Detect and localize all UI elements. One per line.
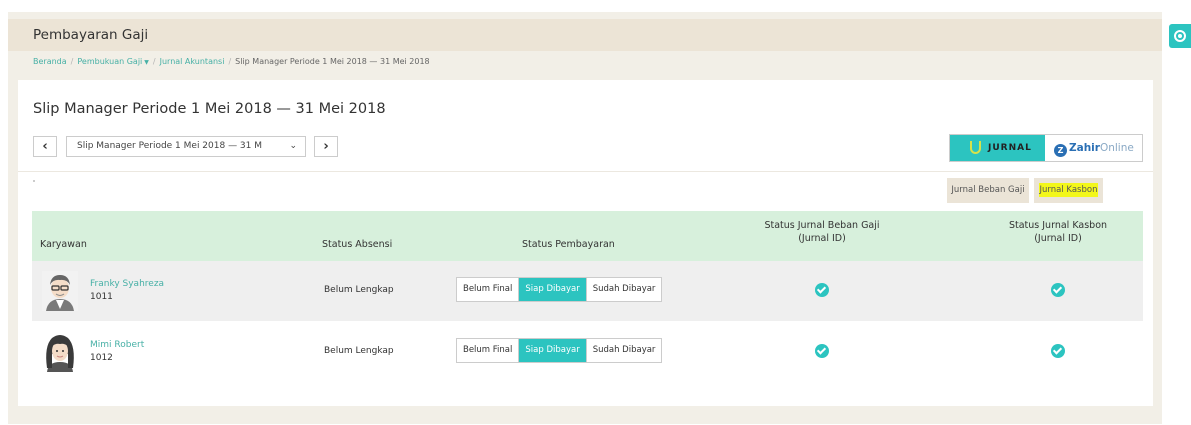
status-absensi: Belum Lengkap [324, 285, 394, 295]
breadcrumb-pembukuan-label: Pembukuan Gaji [77, 57, 143, 66]
breadcrumb-current: Slip Manager Periode 1 Mei 2018 — 31 Mei… [235, 57, 430, 66]
status-belum-final-button[interactable]: Belum Final [457, 278, 520, 301]
table-header: Karyawan Status Absensi Status Pembayara… [32, 211, 1143, 261]
caret-down-icon: ▼ [144, 59, 149, 66]
avatar [42, 271, 78, 311]
breadcrumb-jurnal[interactable]: Jurnal Akuntansi [160, 57, 225, 66]
next-slip-button[interactable]: › [314, 136, 338, 157]
page-title: Pembayaran Gaji [33, 27, 149, 43]
breadcrumb-separator: / [70, 57, 74, 66]
side-widget-button[interactable] [1169, 24, 1191, 48]
breadcrumb-pembukuan[interactable]: Pembukuan Gaji ▼ [77, 57, 149, 66]
employee-name-link[interactable]: Mimi Robert [90, 340, 144, 350]
divider [18, 171, 1153, 172]
jurnal-brand-label: JURNAL [988, 143, 1032, 153]
slip-card: Slip Manager Periode 1 Mei 2018 — 31 Mei… [18, 80, 1153, 406]
check-circle-icon [1051, 344, 1065, 358]
header-jurnal-kasbon-line1: Status Jurnal Kasbon [1008, 220, 1108, 231]
header-jurnal-kasbon-line2: (Jurnal ID) [1034, 233, 1082, 244]
breadcrumb: Beranda / Pembukuan Gaji ▼ / Jurnal Akuntansi… [33, 57, 430, 66]
employee-id: 1012 [90, 353, 113, 363]
status-siap-dibayar-button[interactable]: Siap Dibayar [519, 339, 587, 362]
header-karyawan: Karyawan [40, 239, 87, 250]
status-sudah-dibayar-button[interactable]: Sudah Dibayar [587, 339, 662, 362]
chevron-right-icon: › [323, 139, 329, 154]
breadcrumb-separator: / [228, 57, 232, 66]
jurnal-kasbon-button[interactable]: Jurnal Kasbon [1034, 178, 1103, 203]
zahir-online-label: Online [1099, 142, 1134, 154]
payment-status-toggle: Belum Final Siap Dibayar Sudah Dibayar [456, 338, 663, 363]
chevron-down-icon: ⌄ [289, 141, 297, 151]
header-jurnal-kasbon: Status Jurnal Kasbon (Jurnal ID) [978, 219, 1138, 245]
slip-select[interactable]: Slip Manager Periode 1 Mei 2018 — 31 M ⌄ [66, 136, 306, 157]
jurnal-beban-gaji-button[interactable]: Jurnal Beban Gaji [947, 178, 1029, 203]
jurnal-brand-button[interactable]: JURNAL [950, 135, 1045, 161]
employee-name-link[interactable]: Franky Syahreza [90, 279, 164, 289]
status-belum-final-button[interactable]: Belum Final [457, 339, 520, 362]
header-jurnal-beban: Status Jurnal Beban Gaji (Jurnal ID) [742, 219, 902, 245]
jurnal-logo-icon [970, 141, 981, 154]
slip-title: Slip Manager Periode 1 Mei 2018 — 31 Mei… [33, 101, 386, 117]
payment-status-toggle: Belum Final Siap Dibayar Sudah Dibayar [456, 277, 663, 302]
table-row: Mimi Robert 1012 Belum Lengkap Belum Fin… [32, 322, 1143, 382]
zahir-logo-icon: Z [1054, 144, 1067, 157]
breadcrumb-separator: / [152, 57, 156, 66]
avatar [42, 332, 78, 372]
page-header: Pembayaran Gaji [8, 19, 1162, 51]
status-sudah-dibayar-button[interactable]: Sudah Dibayar [587, 278, 662, 301]
table-row: Franky Syahreza 1011 Belum Lengkap Belum… [32, 261, 1143, 321]
header-status-absensi: Status Absensi [322, 239, 393, 250]
chevron-left-icon: ‹ [42, 139, 48, 154]
dot-marker [33, 180, 35, 182]
status-absensi: Belum Lengkap [324, 346, 394, 356]
zahir-brand-label: Zahir [1069, 142, 1100, 154]
check-circle-icon [1051, 283, 1065, 297]
zahir-brand-button[interactable]: Z ZahirOnline [1054, 135, 1134, 161]
check-circle-icon [815, 283, 829, 297]
brand-switch: JURNAL Z ZahirOnline [949, 134, 1143, 162]
swirl-icon [1174, 30, 1186, 42]
slip-select-value: Slip Manager Periode 1 Mei 2018 — 31 M [77, 141, 263, 151]
header-jurnal-beban-line1: Status Jurnal Beban Gaji [764, 220, 880, 231]
check-circle-icon [815, 344, 829, 358]
status-siap-dibayar-button[interactable]: Siap Dibayar [519, 278, 587, 301]
employee-id: 1011 [90, 292, 113, 302]
prev-slip-button[interactable]: ‹ [33, 136, 57, 157]
header-jurnal-beban-line2: (Jurnal ID) [798, 233, 846, 244]
jurnal-kasbon-label: Jurnal Kasbon [1038, 183, 1099, 197]
breadcrumb-home[interactable]: Beranda [33, 57, 67, 66]
header-status-pembayaran: Status Pembayaran [522, 239, 615, 250]
